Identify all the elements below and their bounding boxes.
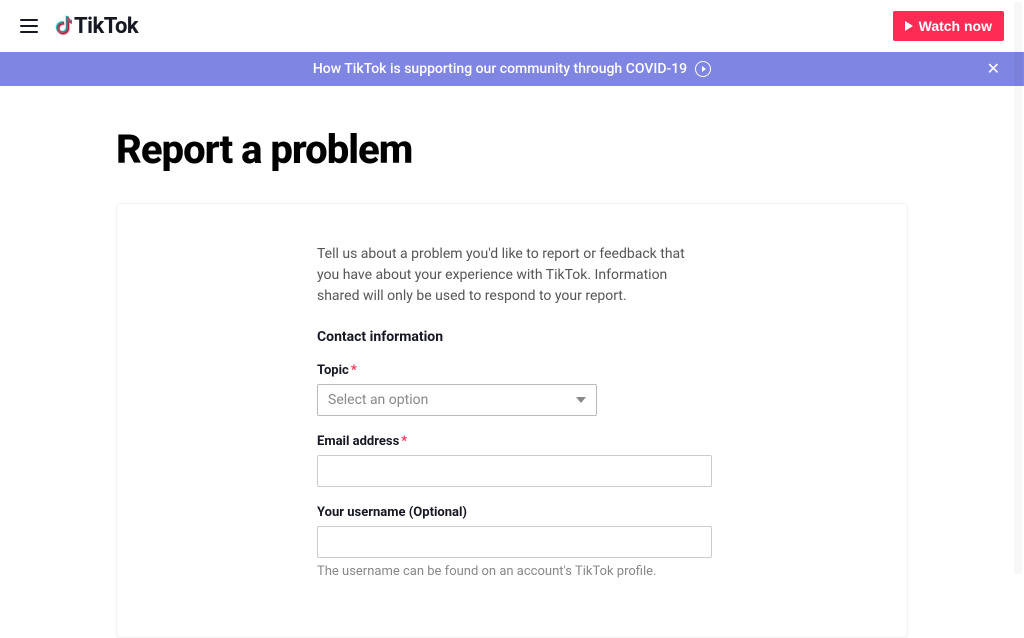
logo-text: TikTok	[74, 14, 138, 39]
close-icon[interactable]: ✕	[987, 61, 1000, 77]
email-label: Email address*	[317, 434, 707, 449]
topic-select[interactable]: Select an option	[317, 384, 597, 416]
username-hint: The username can be found on an account'…	[317, 564, 707, 579]
scrollbar[interactable]	[1014, 2, 1022, 574]
username-input[interactable]	[317, 526, 712, 558]
banner-content: How TikTok is supporting our community t…	[313, 61, 711, 77]
arrow-circle-icon	[695, 61, 711, 77]
menu-icon[interactable]	[20, 19, 38, 33]
header-left: TikTok	[20, 14, 138, 39]
contact-section-title: Contact information	[317, 329, 707, 345]
topic-field: Topic* Select an option	[317, 363, 707, 416]
top-header: TikTok Watch now	[0, 0, 1024, 52]
chevron-down-icon	[576, 397, 586, 403]
required-mark: *	[351, 363, 357, 378]
banner-text: How TikTok is supporting our community t…	[313, 61, 687, 77]
intro-text: Tell us about a problem you'd like to re…	[317, 244, 707, 307]
covid-banner[interactable]: How TikTok is supporting our community t…	[0, 52, 1024, 86]
watch-now-button[interactable]: Watch now	[893, 11, 1004, 41]
username-field-group: Your username (Optional) The username ca…	[317, 505, 707, 579]
watch-now-label: Watch now	[919, 18, 992, 34]
tiktok-note-icon	[54, 15, 72, 37]
play-icon	[905, 21, 913, 31]
email-input[interactable]	[317, 455, 712, 487]
required-mark: *	[401, 434, 407, 449]
username-label: Your username (Optional)	[317, 505, 707, 520]
report-form-card: Tell us about a problem you'd like to re…	[116, 203, 908, 638]
tiktok-logo[interactable]: TikTok	[54, 14, 138, 39]
email-field-group: Email address*	[317, 434, 707, 487]
main-content: Report a problem Tell us about a problem…	[0, 86, 1024, 638]
topic-placeholder: Select an option	[328, 392, 428, 408]
topic-label: Topic*	[317, 363, 707, 378]
page-title: Report a problem	[116, 126, 1024, 173]
